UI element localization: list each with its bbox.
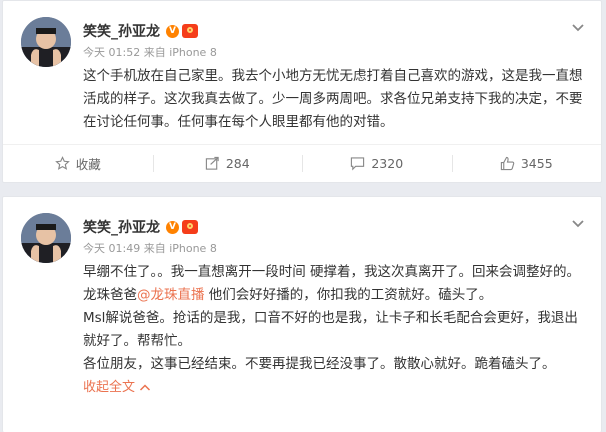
post-content: 这个手机放在自己家里。我去个小地方无忧无虑打着自己喜欢的游戏，这是我一直想活成的… [83,65,585,134]
comment-count: 2320 [371,156,404,171]
like-count: 3455 [520,156,553,171]
post-paragraph: Msl解说爸爸。抢话的是我，口音不好的也是我，让卡子和长毛配合会更好，我退出就好… [83,310,578,349]
verified-badge-icon: V [166,24,179,38]
like-button[interactable]: 3455 [451,145,602,182]
username-text[interactable]: 笑笑_孙亚龙 [83,217,160,237]
timestamp[interactable]: 今天 01:52 [83,46,140,59]
paragraph-text: 他们会好好播的，你扣我的工资就好。磕头了。 [204,287,493,303]
username-text[interactable]: 笑笑_孙亚龙 [83,21,160,41]
collapse-label: 收起全文 [83,380,136,395]
chevron-down-icon[interactable] [571,219,585,229]
collapse-button[interactable]: 收起全文 [83,376,151,399]
post-content: 早绷不住了。。我一直想离开一段时间 硬撑着，我这次真离开了。回来会调整好的。 龙… [83,261,585,399]
repost-count: 284 [225,156,250,171]
post-meta: 今天 01:49 来自 iPhone 8 [83,240,217,256]
chevron-up-icon [139,384,151,391]
post-source: 来自 iPhone 8 [143,46,217,59]
paragraph-text: 龙珠爸爸 [83,287,137,303]
comment-button[interactable]: 2320 [302,145,452,182]
repost-icon [205,156,219,170]
star-icon [54,156,70,170]
favorite-button[interactable]: 收藏 [3,145,153,182]
chevron-down-icon[interactable] [571,23,585,33]
avatar[interactable] [21,17,71,67]
weibo-post: 笑笑_孙亚龙 V 今天 01:49 来自 iPhone 8 早绷不住了。。我一直… [2,196,602,432]
weibo-post: 笑笑_孙亚龙 V 今天 01:52 来自 iPhone 8 这个手机放在自己家里… [2,0,602,183]
username[interactable]: 笑笑_孙亚龙 V [83,217,198,237]
mention-link[interactable]: @龙珠直播 [137,287,205,303]
avatar[interactable] [21,213,71,263]
username[interactable]: 笑笑_孙亚龙 V [83,21,198,41]
post-actions: 收藏 284 2320 3455 [3,144,601,182]
post-paragraph: 龙珠爸爸@龙珠直播 他们会好好播的，你扣我的工资就好。磕头了。 [83,284,585,307]
collapse-row: 收起全文 [83,376,585,399]
post-paragraph: 各位朋友，这事已经结束。不要再提我已经没事了。散散心就好。跪着磕头了。 [83,356,556,372]
favorite-label: 收藏 [75,157,101,172]
avatar-image [21,213,71,263]
post-paragraph: 早绷不住了。。我一直想离开一段时间 硬撑着，我这次真离开了。回来会调整好的。 [83,264,581,280]
post-paragraph: 这个手机放在自己家里。我去个小地方无忧无虑打着自己喜欢的游戏，这是我一直想活成的… [83,68,583,130]
timestamp[interactable]: 今天 01:49 [83,242,140,255]
comment-icon [351,157,365,171]
thumbs-up-icon [500,156,515,171]
verified-badge-icon: V [166,220,179,234]
avatar-image [21,17,71,67]
vip-badge-icon [182,24,198,38]
post-meta: 今天 01:52 来自 iPhone 8 [83,44,217,60]
vip-badge-icon [182,220,198,234]
repost-button[interactable]: 284 [152,145,303,182]
post-source: 来自 iPhone 8 [143,242,217,255]
